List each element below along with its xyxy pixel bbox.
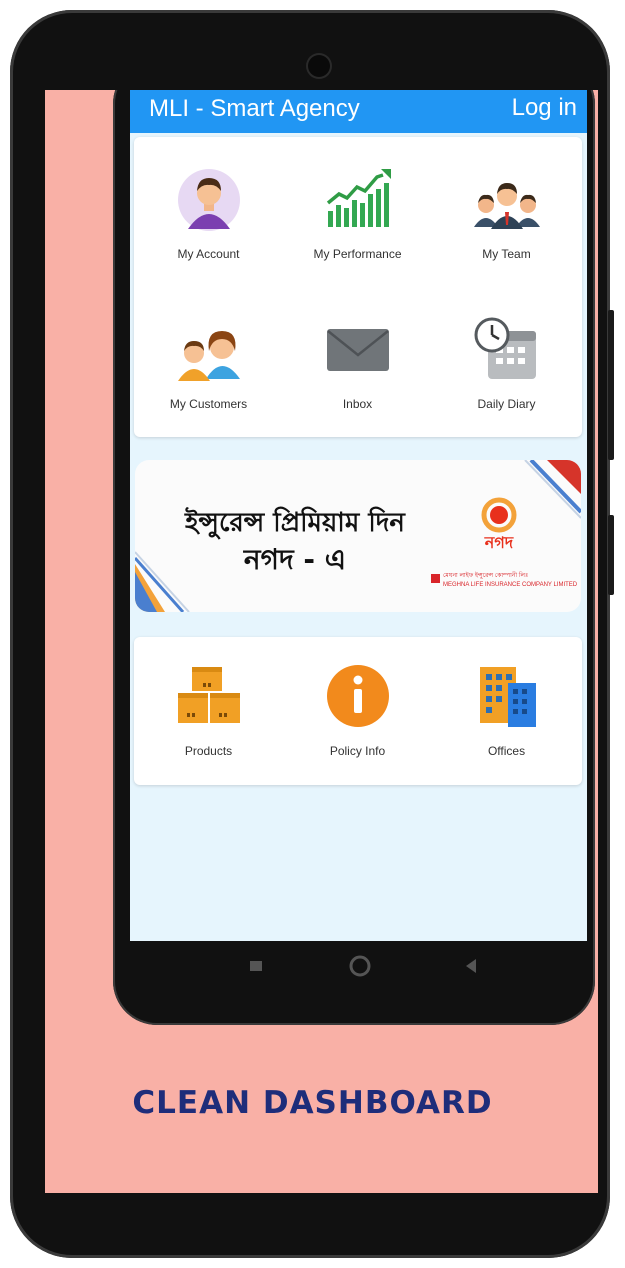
outer-power-button xyxy=(608,515,614,595)
nav-bar-icons xyxy=(250,955,476,977)
tile-offices[interactable]: Offices xyxy=(432,637,581,787)
performance-chart-icon xyxy=(326,169,391,227)
tile-my-customers[interactable]: My Customers xyxy=(134,287,283,437)
promo-banner[interactable]: ইন্সুরেন্স প্রিমিয়াম দিন নগদ - এ নগদ মে… xyxy=(135,460,581,612)
tile-label: My Customers xyxy=(169,397,248,411)
customers-icon xyxy=(178,331,240,381)
banner-subheadline: নগদ - এ xyxy=(243,543,347,576)
info-icon xyxy=(327,665,389,727)
home-icon xyxy=(349,955,371,977)
outer-side-button xyxy=(608,310,614,460)
company-name-bangla: মেঘনা লাইফ ইন্সুরেন্স কোম্পানী লিঃ xyxy=(443,573,529,579)
tile-my-team[interactable]: My Team xyxy=(432,137,581,287)
login-button[interactable]: Log in xyxy=(512,95,577,121)
front-camera-icon xyxy=(308,55,330,77)
main-menu-card: My Account My Performance My Team My Cus… xyxy=(134,137,582,437)
tile-label: My Team xyxy=(482,247,531,261)
team-icon xyxy=(474,183,540,229)
buildings-icon xyxy=(480,667,536,727)
tile-policy-info[interactable]: Policy Info xyxy=(283,637,432,787)
outer-phone-frame: MLI - Smart Agency Log in My Account My … xyxy=(10,10,614,1258)
android-nav-bar xyxy=(130,941,587,1001)
tile-daily-diary[interactable]: Daily Diary xyxy=(432,287,581,437)
tile-label: Policy Info xyxy=(329,744,386,758)
boxes-icon xyxy=(178,667,240,723)
secondary-menu-card: Products Policy Info Offices xyxy=(134,637,582,785)
app-screen: MLI - Smart Agency Log in My Account My … xyxy=(130,90,587,941)
tile-my-performance[interactable]: My Performance xyxy=(283,137,432,287)
tile-label: Inbox xyxy=(342,397,373,411)
app-bar: MLI - Smart Agency Log in xyxy=(130,90,587,133)
account-icon xyxy=(178,169,240,231)
calendar-clock-icon xyxy=(474,317,536,379)
tile-inbox[interactable]: Inbox xyxy=(283,287,432,437)
tile-label: Daily Diary xyxy=(477,397,536,411)
tile-label: My Performance xyxy=(313,247,402,261)
company-name-english: MEGHNA LIFE INSURANCE COMPANY LIMITED xyxy=(443,582,578,588)
nagad-logo-text: নগদ xyxy=(484,533,514,552)
company-name: মেঘনা লাইফ ইন্সুরেন্স কোম্পানী লিঃ MEGHN… xyxy=(443,572,578,590)
envelope-icon xyxy=(327,329,389,371)
recents-icon xyxy=(250,961,262,971)
inner-phone-frame: MLI - Smart Agency Log in My Account My … xyxy=(113,90,595,1025)
tile-label: My Account xyxy=(177,247,240,261)
tile-label: Offices xyxy=(487,744,526,758)
promo-caption: CLEAN DASHBOARD xyxy=(132,1085,493,1121)
tile-products[interactable]: Products xyxy=(134,637,283,787)
promo-screen: MLI - Smart Agency Log in My Account My … xyxy=(45,90,598,1193)
tile-my-account[interactable]: My Account xyxy=(134,137,283,287)
back-icon xyxy=(466,959,476,973)
tile-label: Products xyxy=(184,744,233,758)
app-title: MLI - Smart Agency xyxy=(149,95,360,122)
